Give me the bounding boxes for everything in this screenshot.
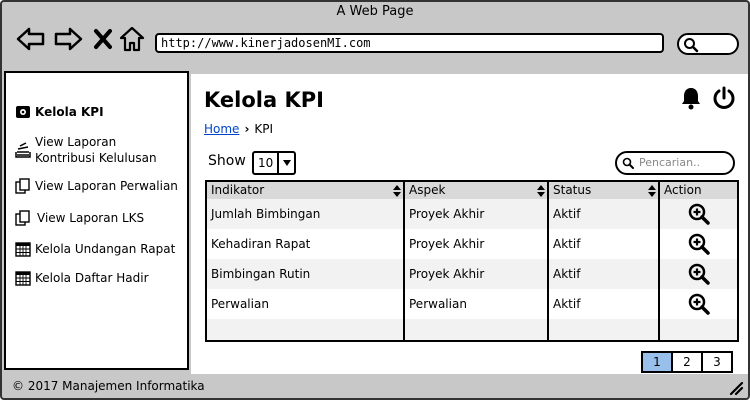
close-icon[interactable]: [93, 26, 113, 52]
cell-indikator: Kehadiran Rapat: [211, 237, 311, 251]
copy-icon: [14, 178, 32, 194]
zoom-in-icon[interactable]: [688, 233, 710, 259]
sidebar-item-kelola-daftar-hadir[interactable]: Kelola Daftar Hadir: [14, 270, 149, 286]
column-divider: [658, 182, 660, 340]
sidebar-item-label: View Laporan Perwalian: [35, 179, 178, 193]
cell-indikator: Perwalian: [211, 297, 269, 311]
column-header-indikator[interactable]: Indikator: [207, 182, 405, 199]
back-arrow-icon[interactable]: [16, 26, 46, 52]
cell-aspek: Perwalian: [409, 297, 467, 311]
page-title: Kelola KPI: [204, 88, 324, 112]
show-label: Show: [208, 153, 246, 169]
search-placeholder: Pencarian..: [639, 156, 701, 169]
power-icon[interactable]: [712, 86, 736, 114]
calendar-icon: [14, 270, 32, 286]
resize-handle-icon[interactable]: [728, 380, 744, 398]
forward-arrow-icon[interactable]: [53, 26, 83, 52]
cell-indikator: Bimbingan Rutin: [211, 267, 311, 281]
table-search-input[interactable]: Pencarian..: [615, 151, 735, 175]
cell-aspek: Proyek Akhir: [409, 267, 485, 281]
column-header-status[interactable]: Status: [549, 182, 660, 199]
home-icon[interactable]: [119, 26, 145, 52]
breadcrumb-home-link[interactable]: Home: [204, 122, 239, 136]
cell-status: Aktif: [553, 297, 581, 311]
sidebar-item-label: Kelola Daftar Hadir: [35, 271, 149, 285]
sidebar-item-view-laporan-perwalian[interactable]: View Laporan Perwalian: [14, 178, 178, 194]
kpi-table: Indikator Aspek Status Action Jumlah Bim…: [205, 180, 739, 342]
sidebar-item-view-laporan-lks[interactable]: View Laporan LKS: [14, 210, 144, 226]
sidebar-item-view-laporan-kontribusi[interactable]: View Laporan Kontribusi Kelulusan: [14, 134, 157, 166]
copy-icon: [14, 210, 32, 226]
entries-select[interactable]: 10: [252, 151, 296, 175]
page-button-2[interactable]: 2: [671, 351, 703, 373]
bell-icon[interactable]: [680, 86, 702, 114]
pagination: 1 2 3: [641, 351, 733, 373]
breadcrumb-current: KPI: [254, 122, 274, 136]
cell-status: Aktif: [553, 267, 581, 281]
cell-aspek: Proyek Akhir: [409, 207, 485, 221]
zoom-in-icon[interactable]: [688, 203, 710, 229]
sidebar-item-label: View Laporan LKS: [37, 211, 145, 225]
chevron-right-icon: ›: [244, 122, 250, 136]
sidebar-item-label: Kelola KPI: [35, 105, 104, 119]
sidebar: Kelola KPI View Laporan Kontribusi Kelul…: [4, 71, 189, 370]
sidebar-item-label: View Laporan Kontribusi Kelulusan: [35, 135, 157, 165]
sort-icon: [648, 185, 656, 197]
sidebar-item-kelola-undangan-rapat[interactable]: Kelola Undangan Rapat: [14, 241, 175, 257]
chevron-down-icon: [277, 153, 294, 173]
breadcrumb: Home › KPI: [204, 122, 273, 136]
search-icon: [622, 157, 634, 169]
page-button-1[interactable]: 1: [641, 351, 673, 373]
cell-status: Aktif: [553, 237, 581, 251]
calendar-icon: [14, 241, 32, 257]
footer: © 2017 Manajemen Informatika: [12, 379, 205, 393]
cell-indikator: Jumlah Bimbingan: [211, 207, 321, 221]
window-title: A Web Page: [336, 4, 414, 19]
search-icon: [684, 38, 699, 53]
column-header-action: Action: [660, 182, 737, 199]
gear-icon: [14, 104, 32, 120]
stack-icon: [14, 142, 32, 158]
url-bar[interactable]: http://www.kinerjadosenMI.com: [155, 33, 664, 53]
sort-icon: [393, 185, 401, 197]
page-button-3[interactable]: 3: [701, 351, 733, 373]
sidebar-item-kelola-kpi[interactable]: Kelola KPI: [14, 104, 104, 120]
column-header-aspek[interactable]: Aspek: [405, 182, 549, 199]
browser-window: A Web Page http://www.kinerjadosenMI.com…: [0, 0, 750, 400]
column-divider: [403, 182, 405, 340]
entries-select-value: 10: [258, 156, 274, 170]
main-content: Kelola KPI Home › KPI Show 10 Pencarian.…: [191, 74, 748, 374]
cell-aspek: Proyek Akhir: [409, 237, 485, 251]
zoom-in-icon[interactable]: [688, 293, 710, 319]
column-divider: [547, 182, 549, 340]
sidebar-item-label: Kelola Undangan Rapat: [35, 242, 176, 256]
zoom-in-icon[interactable]: [688, 263, 710, 289]
sort-icon: [537, 185, 545, 197]
cell-status: Aktif: [553, 207, 581, 221]
browser-search-field[interactable]: [677, 33, 739, 55]
